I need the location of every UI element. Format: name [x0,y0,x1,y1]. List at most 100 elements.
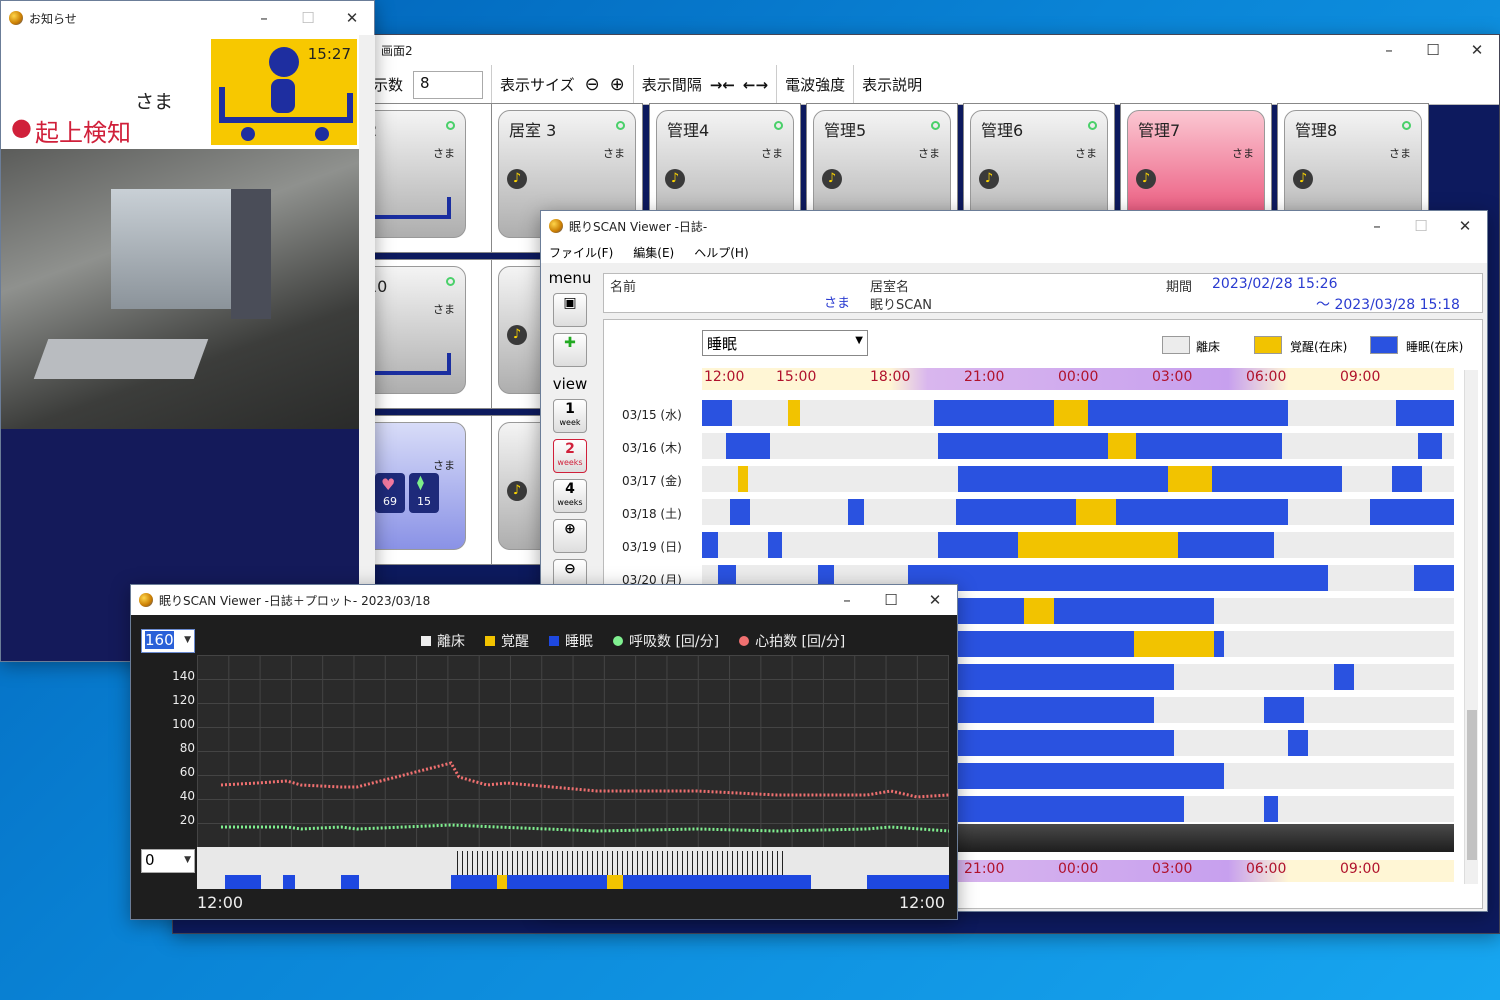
menu-edit[interactable]: 編集(E) [633,244,674,261]
menu-file[interactable]: ファイル(F) [549,244,613,261]
minimize-button[interactable]: – [825,591,869,609]
signal-button[interactable]: 電波強度 [785,74,845,95]
info-panel: 名前 さま 居室名 眠りSCAN 期間 2023/02/28 15:26 ～ 2… [603,273,1483,313]
hour-label: 15:00 [776,369,817,385]
legend-awake-swatch [1254,336,1282,354]
y-tick: 100 [172,717,195,731]
maximize-button[interactable]: ☐ [1411,41,1455,59]
bell-icon: ♪ [507,169,527,189]
ymax-select[interactable]: 160 ▼ [141,629,195,653]
minimize-button[interactable]: – [1367,41,1411,59]
close-button[interactable]: ✕ [330,9,374,27]
vitals-plot-svg [220,761,949,833]
zoom-in-button[interactable]: ⊕ [553,519,587,553]
close-button[interactable]: ✕ [1455,41,1499,59]
hour-label: 03:00 [1152,861,1193,877]
chevron-down-icon: ▼ [184,855,191,865]
resident-name: さま [1232,147,1254,160]
view-4-weeks-button[interactable]: 4 weeks [553,479,587,513]
save-icon: ▣ [563,295,577,311]
status-dot [774,121,783,130]
day-timeline[interactable] [702,433,1454,459]
resident-name: さま [1389,147,1411,160]
activity-strip [197,847,949,889]
shrink-icon[interactable]: →← [710,76,735,94]
resident-name: さま [761,147,783,160]
alert-time: 15:27 [307,45,351,63]
vitals-plot-area [197,655,949,847]
room-name: 管理4 [667,121,710,140]
close-button[interactable]: ✕ [1443,217,1487,235]
plot-window: 眠りSCAN Viewer -日誌＋プロット- 2023/03/18 – ☐ ✕… [130,584,958,920]
legend-sleep-swatch [549,636,559,646]
new-page-button[interactable]: ✚ [553,333,587,367]
respiration-series [221,823,949,833]
resident-name: さま [433,147,455,160]
hour-label: 09:00 [1340,369,1381,385]
chevron-down-icon: ▼ [855,335,863,346]
hour-label: 00:00 [1058,861,1099,877]
resident-name: さま [433,459,455,472]
plot-titlebar: 眠りSCAN Viewer -日誌＋プロット- 2023/03/18 – ☐ ✕ [131,585,957,615]
scroll-thumb[interactable] [1467,710,1477,860]
save-button[interactable]: ▣ [553,293,587,327]
date-label: 03/17 (金) [622,474,682,488]
zoom-in-icon[interactable]: ⊕ [610,74,625,95]
status-dot [1402,121,1411,130]
menu-heading: menu [548,269,592,287]
add-page-icon: ✚ [564,335,576,351]
mode-select[interactable]: 睡眠 ▼ [702,330,868,356]
description-button[interactable]: 表示説明 [862,74,922,95]
day-timeline[interactable] [702,400,1454,426]
date-label: 03/15 (水) [622,408,682,422]
status-dot [931,121,940,130]
menu-help[interactable]: ヘルプ(H) [694,244,748,261]
alert-panel: さま ● 起上検知 15:27 [1,39,359,149]
view-2-weeks-button[interactable]: 2 weeks [553,439,587,473]
day-timeline[interactable] [702,466,1454,492]
count-select[interactable]: 8 [413,70,484,99]
name-label: 名前 [610,280,637,295]
heart-rate-badge: ♥ 69 [375,473,405,513]
diary-titlebar: 眠りSCAN Viewer -日誌- – ☐ ✕ [541,211,1487,241]
legend-away: 離床 [1196,340,1221,354]
sit-up-icon: 15:27 [211,39,357,145]
zoom-out-icon[interactable]: ⊖ [585,74,600,95]
interval-label: 表示間隔 [641,76,702,94]
legend-awake: 覚醒(在床) [1290,340,1348,354]
room-name: 居室 3 [509,121,557,140]
notice-scrollbar[interactable] [359,35,375,661]
ymin-select[interactable]: 0 ▼ [141,849,195,873]
minimize-button[interactable]: – [242,9,286,27]
legend-away-swatch [421,636,431,646]
notice-window: お知らせ – ☐ ✕ さま ● 起上検知 15:27 [0,0,375,662]
resident-name: さま [918,147,940,160]
zoom-in-icon: ⊕ [564,521,576,537]
y-tick: 20 [179,813,195,827]
x-end-label: 12:00 [899,893,946,912]
view-1-week-button[interactable]: 1 week [553,399,587,433]
close-button[interactable]: ✕ [913,591,957,609]
hour-axis-top: 12:00 15:00 18:00 21:00 00:00 03:00 06:0… [702,368,1454,390]
app-logo-icon [549,219,563,233]
alert-dot-icon: ● [11,113,32,141]
hour-label: 09:00 [1340,861,1381,877]
heart-rate-series [220,761,949,799]
room-name: 管理7 [1138,121,1181,140]
day-timeline[interactable] [702,499,1454,525]
expand-icon[interactable]: ←→ [743,76,768,94]
hour-label: 03:00 [1152,369,1193,385]
vertical-scrollbar[interactable] [1464,370,1478,884]
menu-bar: ファイル(F) 編集(E) ヘルプ(H) [541,241,1487,263]
maximize-button[interactable]: ☐ [869,591,913,609]
y-tick: 40 [179,789,195,803]
day-timeline[interactable] [702,532,1454,558]
legend-heart: 心拍数 [回/分] [755,634,846,650]
room-value: 眠りSCAN [870,298,932,313]
plot-legend: 離床 覚醒 睡眠 呼吸数 [回/分] 心拍数 [回/分] [401,631,845,651]
plot-title: 眠りSCAN Viewer -日誌＋プロット- 2023/03/18 [159,593,431,608]
minimize-button[interactable]: – [1355,217,1399,235]
zoom-out-icon: ⊖ [564,561,576,577]
count-label: 示数 [373,76,404,94]
app-logo-icon [139,593,153,607]
